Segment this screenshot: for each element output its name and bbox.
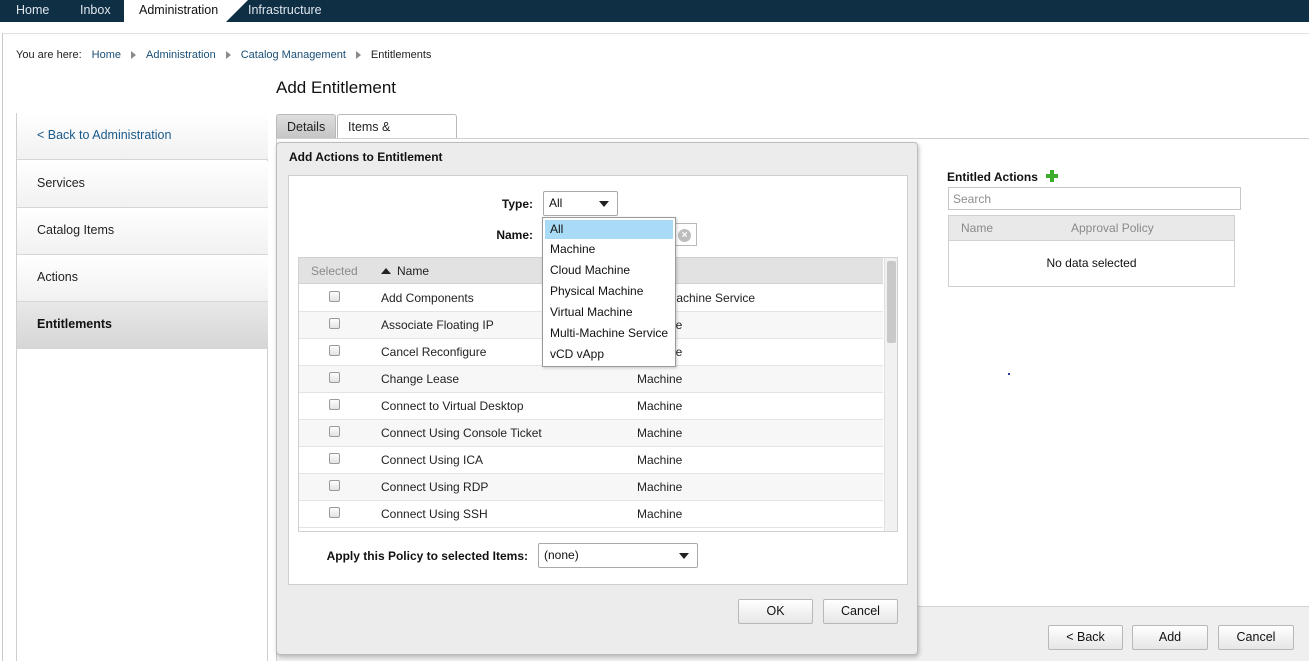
add-plus-icon[interactable]	[1046, 170, 1058, 182]
clear-icon[interactable]: ×	[678, 229, 691, 242]
breadcrumb-lead: You are here:	[16, 49, 82, 61]
entitled-actions-title: Entitled Actions	[947, 170, 1038, 184]
type-select[interactable]: All	[543, 191, 618, 216]
type-option[interactable]: Cloud Machine	[543, 260, 675, 281]
row-name: Change Lease	[381, 372, 460, 386]
top-navigation: Home Inbox Administration Infrastructure	[0, 0, 1309, 22]
grid-scrollbar[interactable]	[884, 258, 897, 531]
tab-details[interactable]: Details	[276, 114, 336, 139]
tab-items-approvals[interactable]: Items & Approvals	[337, 114, 457, 158]
entitled-col-approval-policy[interactable]: Approval Policy	[1071, 216, 1154, 241]
row-checkbox[interactable]	[329, 399, 340, 410]
row-checkbox[interactable]	[329, 345, 340, 356]
table-row[interactable]: Connect Using ICA Machine	[299, 447, 883, 474]
sidebar-item-catalog-items[interactable]: Catalog Items	[17, 208, 268, 255]
breadcrumb-administration[interactable]: Administration	[146, 49, 216, 61]
row-name: Connect to Virtual Desktop	[381, 399, 524, 413]
entitled-table-header: Name Approval Policy	[949, 216, 1234, 241]
sidebar-item-entitlements[interactable]: Entitlements	[17, 302, 268, 349]
entitled-search-input[interactable]	[948, 187, 1241, 210]
sidebar: < Back to Administration Services Catalo…	[16, 113, 268, 661]
breadcrumb-home[interactable]: Home	[92, 49, 121, 61]
type-option[interactable]: Machine	[543, 239, 675, 260]
row-name: Connect Using ICA	[381, 453, 484, 467]
entitled-empty-message: No data selected	[1046, 256, 1137, 270]
grid-col-selected[interactable]: Selected	[311, 258, 358, 284]
type-dropdown-list: All Machine Cloud Machine Physical Machine V…	[542, 217, 676, 367]
row-checkbox[interactable]	[329, 372, 340, 383]
row-name: Cancel Reconfigure	[381, 345, 487, 359]
nav-tab-inbox[interactable]: Inbox	[80, 0, 111, 22]
table-row[interactable]: Connect Using Console Ticket Machine	[299, 420, 883, 447]
row-checkbox[interactable]	[329, 507, 340, 518]
grid-col-name-label: Name	[397, 264, 430, 278]
row-checkbox[interactable]	[329, 291, 340, 302]
row-name: Connect Using SSH	[381, 507, 488, 521]
breadcrumb: You are here: Home Administration Catalo…	[16, 49, 431, 61]
type-option[interactable]: Virtual Machine	[543, 302, 675, 323]
row-checkbox[interactable]	[329, 318, 340, 329]
back-button[interactable]: < Back	[1048, 625, 1123, 650]
row-name: Associate Floating IP	[381, 318, 494, 332]
breadcrumb-separator-icon	[131, 51, 136, 59]
entitled-actions-table: Name Approval Policy No data selected	[948, 215, 1235, 287]
page-border-top	[2, 33, 1309, 34]
table-row[interactable]: Change Lease Machine	[299, 366, 883, 393]
type-option[interactable]: Physical Machine	[543, 281, 675, 302]
sort-ascending-icon	[381, 268, 391, 274]
type-option[interactable]: All	[545, 220, 673, 239]
dialog-cancel-button[interactable]: Cancel	[823, 599, 898, 624]
nav-tab-infrastructure[interactable]: Infrastructure	[248, 0, 322, 22]
row-checkbox[interactable]	[329, 453, 340, 464]
table-row[interactable]: Connect Using RDP Machine	[299, 474, 883, 501]
sidebar-item-actions[interactable]: Actions	[17, 255, 268, 302]
policy-label: Apply this Policy to selected Items:	[326, 549, 528, 563]
row-type: Machine	[637, 399, 683, 413]
add-button[interactable]: Add	[1132, 625, 1208, 650]
nav-tab-administration[interactable]: Administration	[124, 0, 248, 22]
row-type: Machine	[637, 507, 683, 521]
row-name: Connect Using RDP	[381, 480, 489, 494]
policy-select-value: (none)	[544, 548, 579, 562]
type-option[interactable]: vCD vApp	[543, 344, 675, 365]
type-option[interactable]: Multi-Machine Service	[543, 323, 675, 344]
table-row[interactable]: Connect Using SSH Machine	[299, 501, 883, 528]
dialog-title: Add Actions to Entitlement	[289, 150, 443, 164]
chevron-down-icon	[679, 553, 689, 559]
sidebar-back-to-administration[interactable]: < Back to Administration	[17, 113, 268, 160]
nav-tab-home[interactable]: Home	[16, 0, 49, 22]
row-name: Add Components	[381, 291, 474, 305]
row-type: Machine	[637, 480, 683, 494]
row-name: Connect Using Console Ticket	[381, 426, 542, 440]
type-label: Type:	[501, 197, 533, 211]
breadcrumb-separator-icon	[225, 51, 231, 59]
entitled-col-name[interactable]: Name	[961, 216, 993, 241]
page-title: Add Entitlement	[276, 78, 397, 97]
policy-select[interactable]: (none)	[538, 543, 698, 568]
row-type: Machine	[637, 426, 683, 440]
table-row[interactable]: Connect to Virtual Desktop Machine	[299, 393, 883, 420]
ok-button[interactable]: OK	[738, 599, 813, 624]
name-label: Name:	[496, 228, 533, 242]
breadcrumb-catalog-management[interactable]: Catalog Management	[241, 49, 346, 61]
grid-scrollbar-thumb[interactable]	[887, 261, 896, 343]
chevron-down-icon	[599, 201, 609, 207]
row-type: Machine	[637, 453, 683, 467]
grid-col-name[interactable]: Name	[381, 258, 429, 284]
stray-dot	[1008, 373, 1010, 375]
row-checkbox[interactable]	[329, 426, 340, 437]
breadcrumb-entitlements: Entitlements	[370, 49, 432, 61]
row-checkbox[interactable]	[329, 480, 340, 491]
page-border-left	[2, 33, 3, 661]
row-type: Machine	[637, 372, 683, 386]
type-select-value: All	[549, 196, 563, 210]
cancel-button[interactable]: Cancel	[1218, 625, 1294, 650]
sidebar-item-services[interactable]: Services	[17, 161, 268, 208]
breadcrumb-separator-icon	[355, 51, 361, 59]
